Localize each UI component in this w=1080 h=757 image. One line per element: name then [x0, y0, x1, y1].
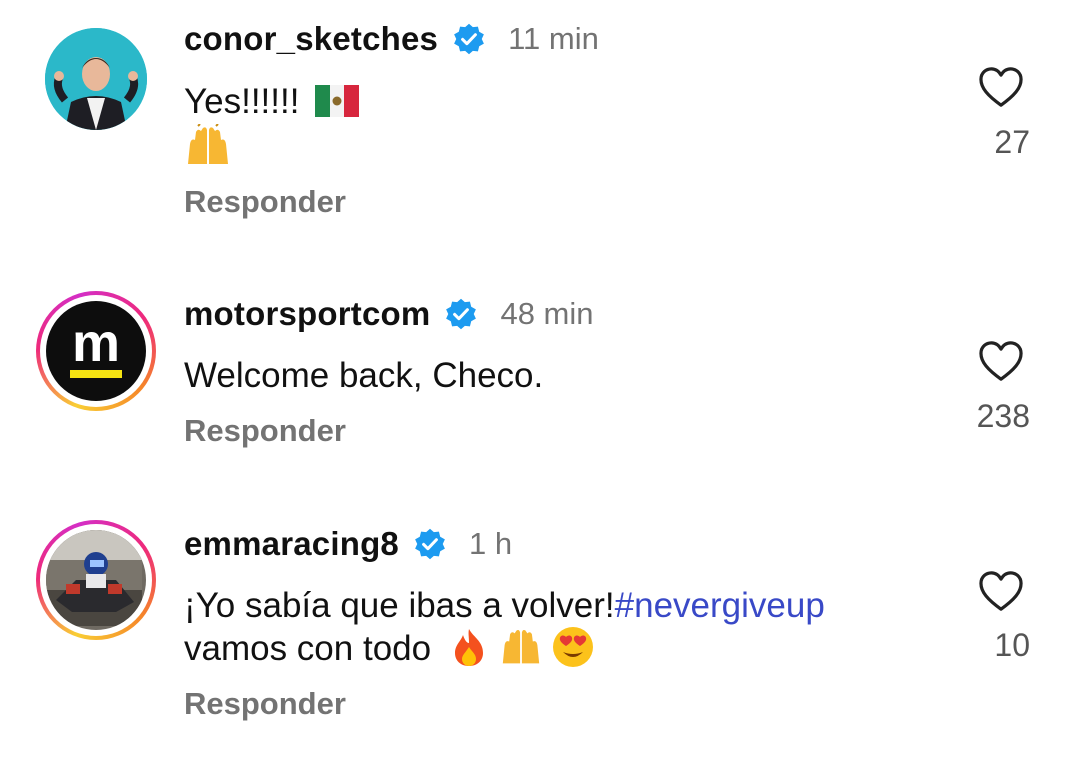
timestamp: 1 h: [468, 526, 513, 561]
avatar[interactable]: m: [36, 291, 156, 411]
comment-text: ¡Yo sabía que ibas a volver!#nevergiveup: [184, 586, 825, 625]
like-count: 10: [994, 627, 1030, 663]
avatar[interactable]: [36, 520, 156, 640]
username[interactable]: motorsportcom: [184, 295, 430, 333]
comment-text: Yes!!!!!!: [184, 80, 360, 124]
comment-header: emmaracing8 1 h: [184, 525, 512, 563]
heart-outline-icon[interactable]: [978, 66, 1024, 108]
raising-hands-icon: [188, 124, 228, 164]
like-count: 238: [976, 398, 1030, 434]
raising-hands-icon: [502, 629, 539, 664]
reply-button[interactable]: Responder: [184, 413, 346, 449]
heart-eyes-icon: [553, 626, 594, 667]
avatar-logo-letter: m: [71, 313, 120, 373]
verified-badge-icon: [454, 23, 484, 55]
timestamp: 48 min: [500, 296, 594, 331]
comment-header: conor_sketches 11 min: [184, 20, 599, 58]
mexico-flag-icon: [315, 84, 360, 117]
avatar[interactable]: [45, 28, 147, 130]
fire-icon: [454, 628, 483, 666]
timestamp: 11 min: [508, 21, 599, 56]
reply-button[interactable]: Responder: [184, 686, 346, 722]
username[interactable]: emmaracing8: [184, 525, 399, 563]
verified-badge-icon: [446, 298, 477, 330]
comment-text-line2: vamos con todo: [184, 626, 594, 671]
heart-outline-icon[interactable]: [978, 340, 1024, 382]
verified-badge-icon: [415, 528, 445, 560]
heart-outline-icon[interactable]: [978, 570, 1024, 612]
hashtag-link[interactable]: #nevergiveup: [615, 586, 825, 625]
username[interactable]: conor_sketches: [184, 20, 438, 58]
comment-text: Welcome back, Checo.: [184, 356, 544, 395]
avatar-photo: [45, 28, 147, 130]
comment-header: motorsportcom 48 min: [184, 295, 594, 333]
avatar-photo: [46, 530, 142, 626]
reply-button[interactable]: Responder: [184, 184, 346, 220]
avatar-logo-bar: [70, 370, 122, 378]
like-count: 27: [994, 124, 1030, 160]
